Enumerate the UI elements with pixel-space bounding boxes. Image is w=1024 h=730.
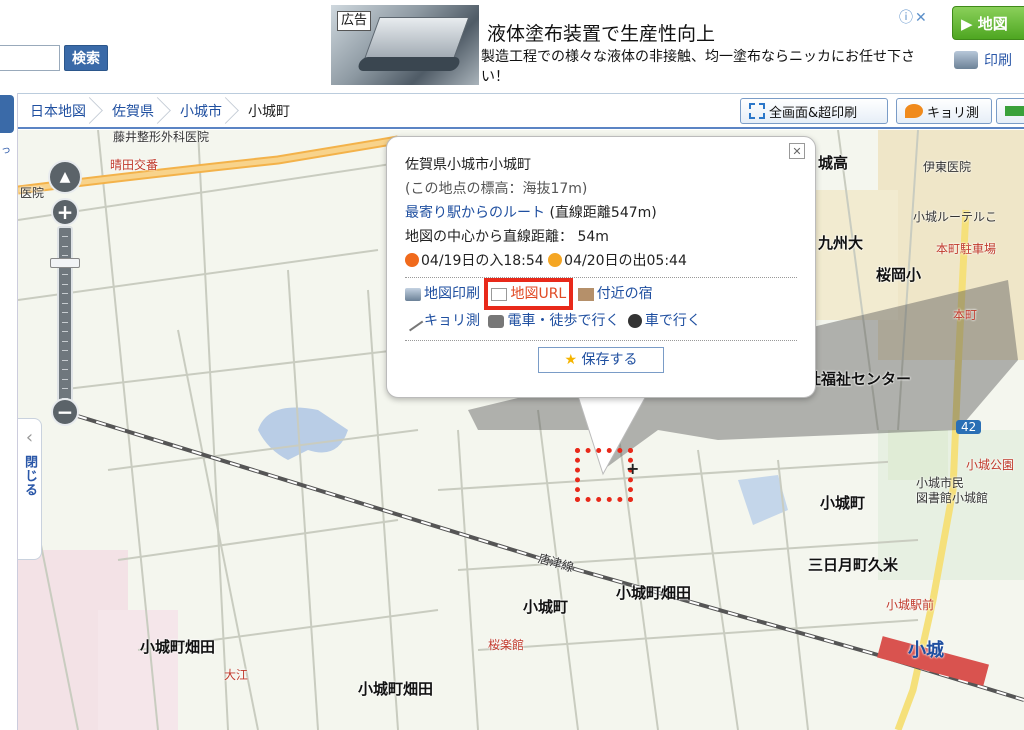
ad-close-icon[interactable]: ⓘ✕: [899, 7, 929, 27]
save-button[interactable]: ★ 保存する: [538, 346, 664, 373]
popup-actions-row1: 地図印刷 地図URL 付近の宿: [405, 278, 797, 310]
fullscreen-label: 全画面&超印刷: [769, 105, 858, 121]
ad-title[interactable]: 液体塗布装置で生産性向上: [487, 19, 715, 46]
fullscreen-print-button[interactable]: 全画面&超印刷: [740, 98, 888, 124]
search-button[interactable]: 検索: [64, 45, 108, 71]
hotel-icon: [577, 287, 594, 301]
printer-icon: [405, 287, 421, 301]
star-icon: ★: [564, 351, 578, 368]
map-url-label: 地図URL: [510, 286, 567, 302]
car-label: 車で行く: [644, 312, 701, 329]
ruler-icon: [905, 104, 923, 118]
train-icon: [488, 314, 505, 328]
popup-close-icon[interactable]: ✕: [789, 143, 805, 159]
sunset-time: 04/19日の入18:54: [421, 253, 544, 269]
nearby-hotels-link[interactable]: 付近の宿: [577, 282, 653, 306]
train-walk-link[interactable]: 電車・徒歩で行く: [488, 309, 619, 333]
printer-icon: [954, 51, 978, 69]
marker-highlight: [575, 448, 633, 502]
left-panel: っ: [0, 93, 18, 730]
location-marker-icon[interactable]: +: [626, 459, 639, 478]
chevron-left-icon: ‹: [25, 427, 34, 448]
map-print-label: 地図印刷: [424, 286, 480, 302]
close-panel-label: 閉じる: [22, 455, 37, 497]
sunrise-time: 04/20日の出05:44: [564, 253, 687, 269]
popup-center-distance: 地図の中心から直線距離： 54m: [405, 229, 609, 245]
train-walk-label: 電車・徒歩で行く: [507, 313, 620, 329]
breadcrumb-ogi-city[interactable]: 小城市: [168, 94, 230, 128]
ruler-icon: [402, 311, 424, 331]
close-panel-button[interactable]: ‹ 閉じる: [18, 418, 42, 560]
fullscreen-icon: [749, 103, 765, 119]
distance-label: キョリ測: [424, 313, 480, 329]
ad-tag: 広告: [337, 11, 372, 31]
breadcrumb-bar: 日本地図 佐賀県 小城市 小城町 全画面&超印刷 キョリ測: [18, 93, 1024, 129]
distance-label: キョリ測: [927, 105, 980, 121]
popup-elevation: (この地点の標高：海抜17m): [405, 181, 588, 197]
location-popup: ✕ 佐賀県小城市小城町 (この地点の標高：海抜17m) 最寄り駅からのルート (…: [386, 136, 816, 398]
popup-actions-row2: キョリ測 電車・徒歩で行く 車で行く: [402, 309, 797, 336]
sunset-icon: [405, 253, 419, 267]
ad-image[interactable]: 広告: [331, 5, 479, 85]
mail-icon: [491, 287, 508, 301]
breadcrumb-japan[interactable]: 日本地図: [18, 94, 94, 128]
map-url-link[interactable]: 地図URL: [484, 278, 574, 310]
search-input[interactable]: [0, 45, 60, 71]
map-print-link[interactable]: 地図印刷: [405, 282, 480, 306]
save-label: 保存する: [581, 351, 638, 368]
popup-route-line: 最寄り駅からのルート (直線距離547m): [405, 201, 797, 225]
popup-divider: [405, 339, 797, 341]
distance-link[interactable]: キョリ測: [402, 309, 480, 333]
map-canvas[interactable]: 藤井整形外科医院 晴田交番 医院 城高 伊東医院 小城ルーテルこ 九州大 本町駐…: [18, 130, 1024, 730]
breadcrumb: 日本地図 佐賀県 小城市 小城町: [18, 94, 298, 128]
nearby-hotels-label: 付近の宿: [596, 286, 653, 302]
distance-measure-button[interactable]: キョリ測: [896, 98, 992, 124]
print-link[interactable]: 印刷: [954, 50, 1012, 70]
popup-sun-times: 04/19日の入18:54 04/20日の出05:44: [405, 249, 797, 273]
print-link-label: 印刷: [984, 53, 1012, 69]
popup-divider: [405, 277, 797, 278]
map-button[interactable]: ▶ 地図: [952, 6, 1024, 40]
car-icon: [627, 313, 642, 328]
popup-address: 佐賀県小城市小城町: [405, 157, 531, 173]
route-button[interactable]: [996, 98, 1024, 124]
breadcrumb-ogi-town: 小城町: [248, 104, 290, 120]
sunrise-icon: [548, 253, 563, 267]
nearest-station-route-link[interactable]: 最寄り駅からのルート: [405, 205, 545, 221]
breadcrumb-saga[interactable]: 佐賀県: [100, 94, 162, 128]
car-link[interactable]: 車で行く: [627, 309, 701, 333]
ad-banner[interactable]: 広告 液体塗布装置で生産性向上 製造工程での様々な液体の非接触、均一塗布ならニッ…: [331, 5, 943, 89]
left-panel-text: っ: [1, 145, 11, 156]
ad-description[interactable]: 製造工程での様々な液体の非接触、均一塗布ならニッカにお任せ下さい！: [481, 47, 941, 87]
route-distance: (直線距離547m): [545, 205, 657, 221]
route-icon: [1005, 106, 1024, 116]
left-panel-tab[interactable]: [0, 95, 14, 133]
